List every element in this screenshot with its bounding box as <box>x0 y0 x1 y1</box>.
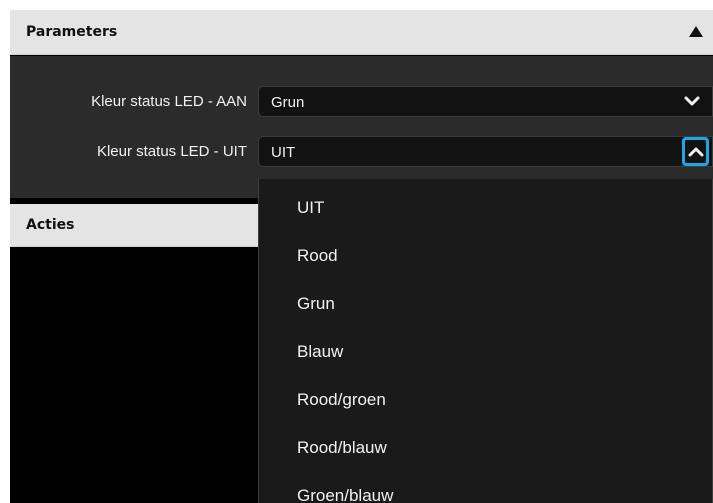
led-on-select[interactable]: Grun <box>258 86 713 117</box>
led-off-select[interactable]: UIT <box>258 136 713 167</box>
app-canvas: Parameters Kleur status LED - AAN Grun K… <box>10 10 713 503</box>
led-off-dropdown-list: UIT Rood Grun Blauw Rood/groen Rood/blau… <box>258 179 713 503</box>
parameters-panel: Kleur status LED - AAN Grun Kleur status… <box>10 56 713 198</box>
dropdown-option[interactable]: Rood/groen <box>297 390 386 420</box>
field-label-led-off: Kleur status LED - UIT <box>96 143 247 160</box>
chevron-down-icon <box>684 96 700 106</box>
parameters-header[interactable]: Parameters <box>10 10 713 55</box>
dropdown-option[interactable]: UIT <box>297 198 324 228</box>
dropdown-option[interactable]: Groen/blauw <box>297 486 393 503</box>
dropdown-option[interactable]: Rood/blauw <box>297 438 387 468</box>
dropdown-option[interactable]: Grun <box>297 294 335 324</box>
led-on-select-value: Grun <box>271 94 305 111</box>
parameters-title: Parameters <box>26 24 118 40</box>
chevron-up-icon <box>688 147 704 157</box>
acties-title: Acties <box>26 217 75 233</box>
field-row-led-on: Kleur status LED - AAN Grun <box>10 86 713 117</box>
led-off-select-value: UIT <box>271 144 296 161</box>
dropdown-toggle-button[interactable] <box>682 137 709 166</box>
field-row-led-off: Kleur status LED - UIT UIT <box>10 136 713 167</box>
triangle-up-icon[interactable] <box>689 26 703 37</box>
field-label-led-on: Kleur status LED - AAN <box>91 93 247 110</box>
dropdown-option[interactable]: Rood <box>297 246 338 276</box>
dropdown-option[interactable]: Blauw <box>297 342 343 372</box>
